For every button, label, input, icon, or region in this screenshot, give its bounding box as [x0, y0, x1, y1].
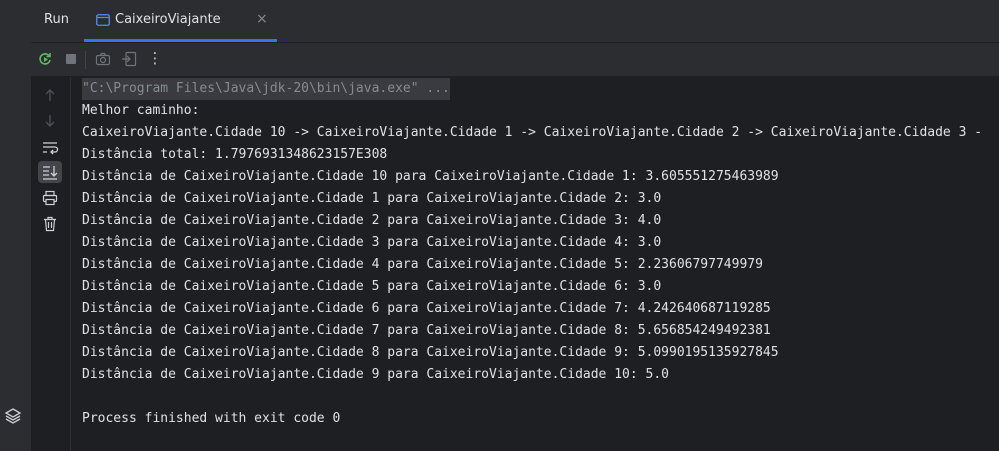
camera-icon[interactable] [95, 51, 111, 67]
output-line: Distância total: 1.7976931348623157E308 [82, 147, 388, 162]
tab-label: CaixeiroViajante [115, 12, 221, 27]
scroll-to-end-icon[interactable] [41, 163, 59, 181]
restore-layout-icon[interactable] [121, 51, 137, 67]
soft-wrap-icon[interactable] [41, 138, 59, 156]
toolbar-separator [85, 51, 86, 69]
left-tool-strip [0, 0, 32, 451]
stop-icon[interactable] [63, 51, 79, 67]
output-line: Distância de CaixeiroViajante.Cidade 1 p… [82, 191, 662, 206]
layers-icon[interactable] [2, 405, 24, 427]
active-tab-indicator [84, 39, 277, 42]
output-line: Distância de CaixeiroViajante.Cidade 9 p… [82, 367, 669, 382]
console-output[interactable]: "C:\Program Files\Java\jdk-20\bin\java.e… [82, 78, 999, 451]
command-line: "C:\Program Files\Java\jdk-20\bin\java.e… [82, 78, 450, 100]
run-toolbar: ⋮ [31, 43, 999, 77]
output-line: Distância de CaixeiroViajante.Cidade 4 p… [82, 257, 763, 272]
output-line: Melhor caminho: [82, 103, 200, 118]
run-tool-window-header: Run CaixeiroViajante × [31, 0, 999, 43]
trash-icon[interactable] [41, 215, 59, 233]
arrow-down-icon[interactable] [41, 112, 59, 130]
output-line: Distância de CaixeiroViajante.Cidade 10 … [82, 169, 779, 184]
exit-status-line: Process finished with exit code 0 [82, 411, 341, 426]
print-icon[interactable] [41, 189, 59, 207]
output-line: CaixeiroViajante.Cidade 10 -> CaixeiroVi… [82, 125, 983, 140]
output-line: Distância de CaixeiroViajante.Cidade 5 p… [82, 279, 662, 294]
output-line: Distância de CaixeiroViajante.Cidade 6 p… [82, 301, 771, 316]
console-side-toolbar [31, 77, 71, 451]
tool-window-title: Run [44, 12, 69, 27]
tab-caixeiro-viajante[interactable]: CaixeiroViajante × [84, 0, 277, 42]
output-line: Distância de CaixeiroViajante.Cidade 2 p… [82, 213, 662, 228]
output-line: Distância de CaixeiroViajante.Cidade 3 p… [82, 235, 662, 250]
rerun-icon[interactable] [37, 51, 53, 67]
console-icon [96, 14, 110, 26]
more-icon[interactable]: ⋮ [147, 50, 163, 66]
output-line: Distância de CaixeiroViajante.Cidade 8 p… [82, 345, 779, 360]
arrow-up-icon[interactable] [41, 86, 59, 104]
output-line: Distância de CaixeiroViajante.Cidade 7 p… [82, 323, 771, 338]
close-icon[interactable]: × [256, 11, 268, 27]
